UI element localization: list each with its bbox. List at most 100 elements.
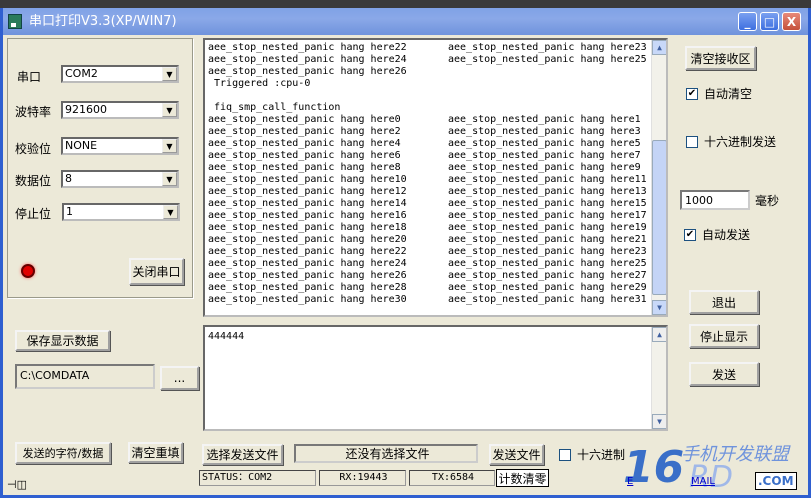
databits-label: 数据位	[15, 174, 52, 188]
receive-cell: aee_stop_nested_panic hang here15	[448, 198, 647, 209]
receive-cell: aee_stop_nested_panic hang here28	[208, 282, 407, 293]
exit-button[interactable]: 退出	[689, 290, 759, 314]
receive-cell: aee_stop_nested_panic hang here10	[208, 174, 407, 185]
receive-cell: aee_stop_nested_panic hang here19	[448, 222, 647, 233]
scroll-down-icon[interactable]: ▼	[652, 300, 666, 315]
interval-input[interactable]: 1000	[680, 190, 750, 210]
receive-line: aee_stop_nested_panic hang here14 aee_sto…	[208, 198, 666, 210]
receive-cell: aee_stop_nested_panic hang here1	[448, 114, 641, 125]
receive-cell: aee_stop_nested_panic hang here16	[208, 210, 407, 221]
databits-select[interactable]: 8 ▼	[61, 170, 179, 188]
receive-cell: aee_stop_nested_panic hang here27	[448, 270, 647, 281]
status-rx: RX:19443	[319, 470, 406, 486]
receive-cell	[208, 90, 448, 102]
receive-line: aee_stop_nested_panic hang here24 aee_sto…	[208, 258, 666, 270]
chevron-down-icon[interactable]: ▼	[162, 67, 177, 81]
receive-line: aee_stop_nested_panic hang here28 aee_sto…	[208, 282, 666, 294]
maximize-button[interactable]: □	[760, 12, 779, 31]
chevron-down-icon[interactable]: ▼	[162, 172, 177, 186]
save-path-field[interactable]: C:\COMDATA	[15, 364, 155, 389]
receive-cell: aee_stop_nested_panic hang here25	[448, 54, 647, 65]
receive-line: aee_stop_nested_panic hang here20 aee_sto…	[208, 234, 666, 246]
link-mail[interactable]: MAIL	[691, 476, 715, 487]
chevron-down-icon[interactable]: ▼	[163, 205, 178, 219]
receive-line: Triggered :cpu-0	[208, 78, 666, 90]
receive-cell: aee_stop_nested_panic hang here30	[208, 294, 407, 305]
receive-line: aee_stop_nested_panic hang here12 aee_sto…	[208, 186, 666, 198]
receive-line: aee_stop_nested_panic hang here22 aee_sto…	[208, 42, 666, 54]
receive-line: aee_stop_nested_panic hang here26 aee_sto…	[208, 270, 666, 282]
reset-count-button[interactable]: 计数清零	[496, 469, 549, 487]
chevron-down-icon[interactable]: ▼	[162, 139, 177, 153]
auto-clear-label: 自动清空	[704, 87, 753, 101]
receive-scrollbar[interactable]: ▲ ▼	[651, 40, 666, 315]
receive-cell: aee_stop_nested_panic hang here12	[208, 186, 407, 197]
baud-label: 波特率	[15, 105, 52, 119]
hex-checkbox[interactable]: 十六进制	[559, 446, 625, 463]
baud-value: 921600	[65, 103, 107, 116]
send-scrollbar[interactable]: ▲ ▼	[651, 327, 666, 429]
receive-cell: aee_stop_nested_panic hang here23	[448, 246, 647, 257]
checkbox-box[interactable]	[686, 135, 698, 148]
parity-value: NONE	[65, 139, 98, 152]
close-port-button[interactable]: 关闭串口	[129, 258, 184, 285]
receive-line: aee_stop_nested_panic hang here10 aee_sto…	[208, 174, 666, 186]
receive-cell: fiq_smp_call_function	[208, 102, 341, 113]
receive-cell: aee_stop_nested_panic hang here6	[208, 150, 401, 161]
receive-line: aee_stop_nested_panic hang here26	[208, 66, 666, 78]
scroll-down-icon[interactable]: ▼	[652, 414, 666, 429]
title-bar[interactable]: 串口打印V3.3(XP/WIN7) _ □ X	[3, 8, 808, 35]
auto-clear-checkbox[interactable]: ✔ 自动清空	[686, 85, 752, 102]
checkmark-icon[interactable]: ✔	[684, 228, 696, 241]
scroll-thumb[interactable]	[652, 140, 666, 295]
clear-receive-button[interactable]: 清空接收区	[685, 46, 756, 70]
receive-line: aee_stop_nested_panic hang here16 aee_sto…	[208, 210, 666, 222]
chevron-down-icon[interactable]: ▼	[162, 103, 177, 117]
logo-suffix[interactable]: .COM	[755, 472, 797, 490]
app-window: 串口打印V3.3(XP/WIN7) _ □ X 串口 COM2 ▼ 波特率 921…	[0, 8, 811, 498]
port-select[interactable]: COM2 ▼	[61, 65, 179, 83]
link-e[interactable]: E	[627, 476, 633, 487]
scroll-up-icon[interactable]: ▲	[652, 327, 666, 342]
receive-cell: aee_stop_nested_panic hang here22	[208, 42, 407, 53]
receive-line: aee_stop_nested_panic hang here22 aee_sto…	[208, 246, 666, 258]
receive-line: aee_stop_nested_panic hang here4 aee_stop…	[208, 138, 666, 150]
stop-display-button[interactable]: 停止显示	[689, 324, 759, 348]
scroll-up-icon[interactable]: ▲	[652, 40, 666, 55]
window-title: 串口打印V3.3(XP/WIN7)	[29, 14, 177, 29]
receive-line: aee_stop_nested_panic hang here0 aee_stop…	[208, 114, 666, 126]
parity-label: 校验位	[15, 142, 52, 156]
sent-data-button[interactable]: 发送的字符/数据	[15, 442, 111, 464]
receive-cell: aee_stop_nested_panic hang here25	[448, 258, 647, 269]
parity-select[interactable]: NONE ▼	[61, 137, 179, 155]
send-text: 444444	[208, 331, 245, 342]
browse-button[interactable]: ...	[160, 366, 199, 390]
logo: 16 手机开发联盟 RD E MAIL .COM	[621, 438, 806, 495]
send-file-button[interactable]: 发送文件	[489, 444, 544, 465]
send-area[interactable]: 444444 ▲ ▼	[203, 325, 668, 431]
checkbox-box[interactable]	[559, 448, 571, 461]
send-button[interactable]: 发送	[689, 362, 759, 386]
receive-cell: aee_stop_nested_panic hang here9	[448, 162, 641, 173]
receive-line: fiq_smp_call_function	[208, 102, 666, 114]
stopbits-select[interactable]: 1 ▼	[62, 203, 180, 221]
save-display-data-button[interactable]: 保存显示数据	[15, 330, 110, 351]
checkmark-icon[interactable]: ✔	[686, 87, 698, 100]
auto-send-checkbox[interactable]: ✔ 自动发送	[684, 226, 750, 243]
receive-area[interactable]: aee_stop_nested_panic hang here22 aee_sto…	[203, 38, 668, 317]
receive-line: aee_stop_nested_panic hang here6 aee_stop…	[208, 150, 666, 162]
hex-send-checkbox[interactable]: 十六进制发送	[686, 133, 776, 150]
file-status-field: 还没有选择文件	[294, 444, 478, 463]
minimize-button[interactable]: _	[738, 12, 757, 31]
clear-refill-button[interactable]: 清空重填	[128, 442, 183, 463]
stopbits-label: 停止位	[15, 207, 52, 221]
receive-cell: aee_stop_nested_panic hang here11	[448, 174, 647, 185]
baud-select[interactable]: 921600 ▼	[61, 101, 179, 119]
pin-icon[interactable]: ⊣◫	[7, 478, 27, 491]
choose-file-button[interactable]: 选择发送文件	[202, 444, 283, 465]
close-button[interactable]: X	[782, 12, 801, 31]
receive-cell: aee_stop_nested_panic hang here29	[448, 282, 647, 293]
receive-cell: aee_stop_nested_panic hang here3	[448, 126, 641, 137]
receive-cell: aee_stop_nested_panic hang here5	[448, 138, 641, 149]
receive-line: aee_stop_nested_panic hang here8 aee_stop…	[208, 162, 666, 174]
